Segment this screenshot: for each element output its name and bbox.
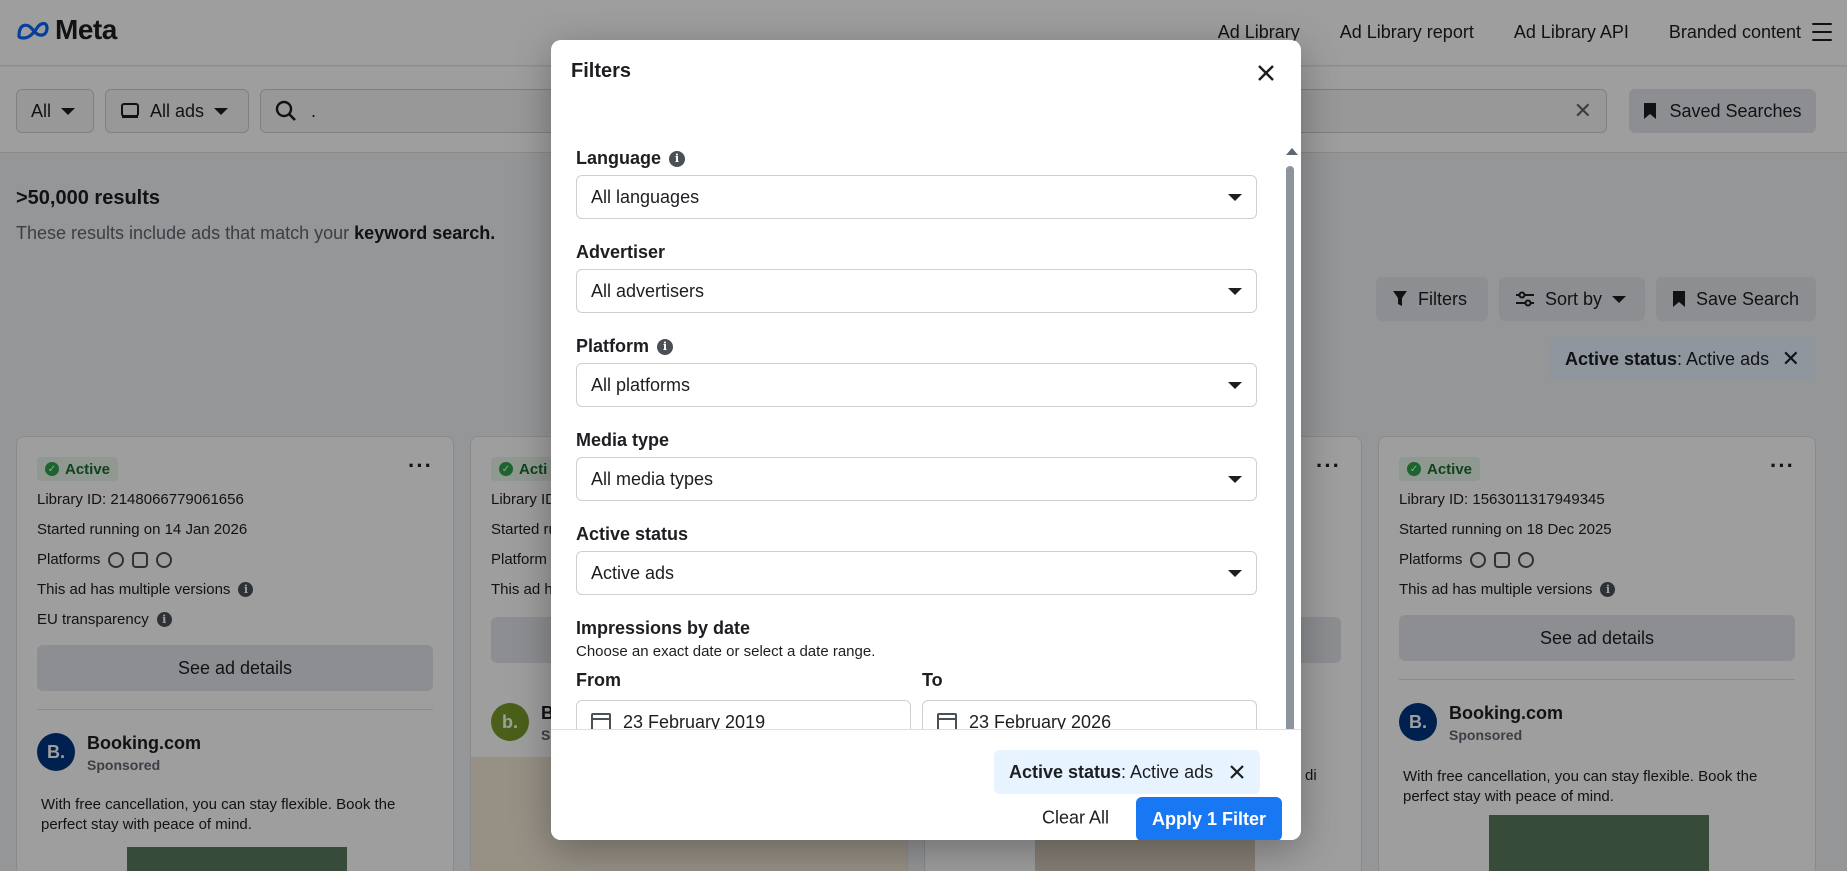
remove-filter-icon[interactable] — [1229, 764, 1245, 780]
to-date-value: 23 February 2026 — [969, 711, 1112, 730]
chevron-down-icon — [1228, 193, 1242, 201]
platform-label-text: Platform — [576, 336, 650, 356]
impressions-subtitle: Choose an exact date or select a date ra… — [576, 643, 876, 660]
chevron-down-icon — [1228, 381, 1242, 389]
language-select-value: All languages — [591, 186, 700, 207]
selected-filter-chip-text: Active status: Active ads — [1009, 762, 1213, 783]
advertiser-select-value: All advertisers — [591, 280, 705, 301]
chip-value: : Active ads — [1121, 761, 1214, 782]
dialog-scroll-area[interactable]: Language i All languages Advertiser All a… — [551, 106, 1301, 729]
media-type-select-value: All media types — [591, 468, 714, 489]
calendar-icon — [591, 713, 611, 729]
info-icon[interactable]: i — [669, 150, 686, 167]
close-icon[interactable] — [1253, 60, 1279, 86]
to-date-label: To — [922, 670, 943, 690]
dialog-scrollbar[interactable] — [1285, 146, 1298, 808]
filters-dialog: Filters Language i All languages Advertis… — [551, 40, 1301, 840]
language-select[interactable]: All languages — [576, 175, 1257, 219]
chip-key: Active status — [1009, 761, 1122, 782]
advertiser-label: Advertiser — [576, 242, 665, 263]
dialog-footer: Active status: Active ads Clear All Appl… — [551, 729, 1301, 840]
language-label: Language i — [576, 148, 686, 169]
from-date-value: 23 February 2019 — [623, 711, 766, 730]
media-type-label: Media type — [576, 430, 669, 451]
to-date-field[interactable]: 23 February 2026 — [922, 700, 1257, 729]
advertiser-select[interactable]: All advertisers — [576, 269, 1257, 313]
advertiser-label-text: Advertiser — [576, 242, 666, 262]
impressions-label-text: Impressions by date — [576, 618, 751, 638]
scrollbar-thumb[interactable] — [1286, 166, 1294, 746]
impressions-label: Impressions by date — [576, 618, 750, 639]
from-date-label: From — [576, 670, 621, 690]
active-status-label: Active status — [576, 524, 688, 545]
active-status-select-value: Active ads — [591, 562, 675, 583]
platform-select-value: All platforms — [591, 374, 691, 395]
language-label-text: Language — [576, 148, 662, 168]
selected-filter-chip: Active status: Active ads — [994, 750, 1260, 794]
clear-all-button[interactable]: Clear All — [1042, 808, 1109, 829]
apply-filter-button[interactable]: Apply 1 Filter — [1136, 797, 1282, 840]
active-status-label-text: Active status — [576, 524, 689, 544]
from-date-field[interactable]: 23 February 2019 — [576, 700, 911, 729]
chevron-down-icon — [1228, 569, 1242, 577]
calendar-icon — [937, 713, 957, 729]
platform-select[interactable]: All platforms — [576, 363, 1257, 407]
chevron-down-icon — [1228, 287, 1242, 295]
info-icon[interactable]: i — [657, 338, 674, 355]
platform-label: Platform i — [576, 336, 674, 357]
chevron-down-icon — [1228, 475, 1242, 483]
dialog-title: Filters — [571, 60, 632, 82]
scroll-up-arrow-icon[interactable] — [1286, 148, 1298, 155]
media-type-label-text: Media type — [576, 430, 670, 450]
media-type-select[interactable]: All media types — [576, 457, 1257, 501]
active-status-select[interactable]: Active ads — [576, 551, 1257, 595]
